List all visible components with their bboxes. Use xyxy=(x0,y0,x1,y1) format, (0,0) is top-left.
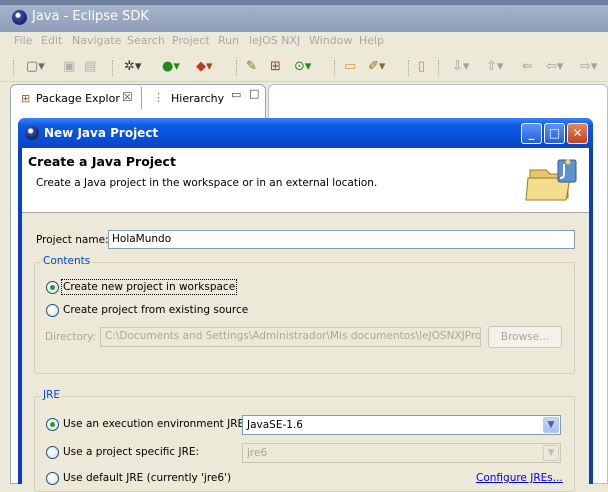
new-icon[interactable]: ▢▾ xyxy=(26,60,45,74)
project-specific-radio[interactable] xyxy=(46,446,59,459)
wizard-title: Create a Java Project xyxy=(28,154,176,169)
directory-value: C:\Documents and Settings\Administrador\… xyxy=(105,330,481,342)
jre-legend: JRE xyxy=(41,389,63,401)
minimize-view-icon[interactable]: ▭ xyxy=(231,88,241,101)
menu-navigate[interactable]: Navigate xyxy=(72,34,121,47)
project-name-label: Project name: xyxy=(36,234,109,246)
print-icon[interactable]: ▤ xyxy=(84,60,96,74)
menu-lejos[interactable]: leJOS NXJ xyxy=(249,34,300,47)
browse-button[interactable]: Browse... xyxy=(488,326,562,348)
minimize-button[interactable]: _ xyxy=(521,123,542,144)
execution-env-radio[interactable] xyxy=(46,418,59,431)
wizard-header: Create a Java Project Create a Java proj… xyxy=(22,148,589,213)
menu-run[interactable]: Run xyxy=(218,34,239,47)
toolbar-separator xyxy=(13,60,15,76)
close-icon[interactable]: ☒ xyxy=(122,90,133,104)
eclipse-logo-icon xyxy=(25,126,39,140)
toolbar-separator xyxy=(112,60,114,76)
new-java-project-icon[interactable]: ✎ xyxy=(246,60,257,74)
contents-legend: Contents xyxy=(41,255,93,267)
menu-file[interactable]: File xyxy=(14,34,32,47)
default-jre-radio[interactable] xyxy=(46,472,59,485)
last-edit-icon[interactable]: ⇐ xyxy=(522,60,533,74)
toolbar-separator xyxy=(408,60,410,76)
contents-group: Contents Create new project in workspace… xyxy=(34,255,575,374)
save-icon[interactable]: ▣ xyxy=(63,60,75,74)
menubar: File Edit Navigate Search Project Run le… xyxy=(0,32,608,50)
maximize-button[interactable]: □ xyxy=(544,123,565,144)
dialog-title: New Java Project xyxy=(44,126,159,140)
toolbar-separator xyxy=(438,60,440,76)
annotation-icon[interactable]: ▯ xyxy=(418,60,425,74)
project-specific-label[interactable]: Use a project specific JRE: xyxy=(63,446,199,458)
main-toolbar: ▢▾ ▣ ▤ ✲▾ ●▾ ◆▾ ✎ ⊞ ⊙▾ ▭ ✐▾ ▯ ⇩▾ ⇧▾ ⇐ ⇦▾… xyxy=(0,52,608,82)
directory-label: Directory: xyxy=(45,331,97,343)
project-name-value: HolaMundo xyxy=(112,233,172,245)
menu-window[interactable]: Window xyxy=(309,34,352,47)
new-package-icon[interactable]: ⊞ xyxy=(270,60,281,74)
default-jre-label[interactable]: Use default JRE (currently 'jre6') xyxy=(63,472,231,484)
from-existing-label[interactable]: Create project from existing source xyxy=(63,304,248,316)
open-type-icon[interactable]: ▭ xyxy=(344,60,356,74)
prev-annotation-icon[interactable]: ⇧▾ xyxy=(486,60,503,74)
maximize-view-icon[interactable]: □ xyxy=(249,87,259,100)
package-explorer-label: Package Explor xyxy=(36,92,120,105)
dialog-title-bar[interactable]: New Java Project _ □ ✕ xyxy=(18,118,593,148)
title-top-band xyxy=(0,0,608,5)
dialog-body: Create a Java Project Create a Java proj… xyxy=(22,148,589,492)
project-name-input[interactable]: HolaMundo xyxy=(108,230,575,249)
external-tools-icon[interactable]: ◆▾ xyxy=(196,60,213,74)
execution-env-select[interactable]: JavaSE-1.6 ▼ xyxy=(242,415,561,435)
execution-env-value: JavaSE-1.6 xyxy=(247,419,303,431)
debug-icon[interactable]: ✲▾ xyxy=(124,60,141,74)
menu-project[interactable]: Project xyxy=(172,34,210,47)
tab-hierarchy[interactable]: ⋮ Hierarchy xyxy=(153,87,231,109)
menu-edit[interactable]: Edit xyxy=(41,34,62,47)
chevron-down-icon[interactable]: ▼ xyxy=(543,445,559,461)
from-existing-radio[interactable] xyxy=(46,304,59,317)
jre-group: JRE Use an execution environment JRE: Ja… xyxy=(34,389,575,492)
menu-help[interactable]: Help xyxy=(359,34,384,47)
close-button[interactable]: ✕ xyxy=(567,123,588,144)
menu-search[interactable]: Search xyxy=(127,34,165,47)
back-icon[interactable]: ⇦▾ xyxy=(546,60,563,74)
package-explorer-icon: ⊞ xyxy=(21,92,31,105)
configure-jres-link[interactable]: Configure JREs... xyxy=(476,472,563,484)
chevron-down-icon[interactable]: ▼ xyxy=(543,417,559,433)
tab-package-explorer[interactable]: ⊞ Package Explor ☒ xyxy=(14,87,142,109)
new-java-project-dialog: New Java Project _ □ ✕ Create a Java Pro… xyxy=(18,118,593,492)
new-java-project-wizard-icon xyxy=(525,159,577,201)
forward-icon[interactable]: ⇨▾ xyxy=(580,60,597,74)
toolbar-separator xyxy=(236,60,238,76)
create-new-label[interactable]: Create new project in workspace xyxy=(60,279,238,295)
eclipse-title-bar[interactable]: Java - Eclipse SDK xyxy=(0,0,608,32)
hierarchy-icon: ⋮ xyxy=(153,91,164,104)
hierarchy-label: Hierarchy xyxy=(171,92,225,105)
new-class-icon[interactable]: ⊙▾ xyxy=(294,60,311,74)
search-icon[interactable]: ✐▾ xyxy=(368,60,385,74)
directory-input[interactable]: C:\Documents and Settings\Administrador\… xyxy=(100,327,481,347)
run-icon[interactable]: ●▾ xyxy=(162,60,180,74)
eclipse-logo-icon xyxy=(12,10,27,25)
wizard-subtitle: Create a Java project in the workspace o… xyxy=(36,177,378,189)
create-new-radio[interactable] xyxy=(46,281,59,294)
project-specific-select[interactable]: jre6 ▼ xyxy=(242,443,561,463)
project-specific-value: jre6 xyxy=(247,447,268,459)
execution-env-label[interactable]: Use an execution environment JRE: xyxy=(63,418,248,430)
toolbar-separator xyxy=(334,60,336,76)
next-annotation-icon[interactable]: ⇩▾ xyxy=(452,60,469,74)
window-title: Java - Eclipse SDK xyxy=(32,9,149,24)
